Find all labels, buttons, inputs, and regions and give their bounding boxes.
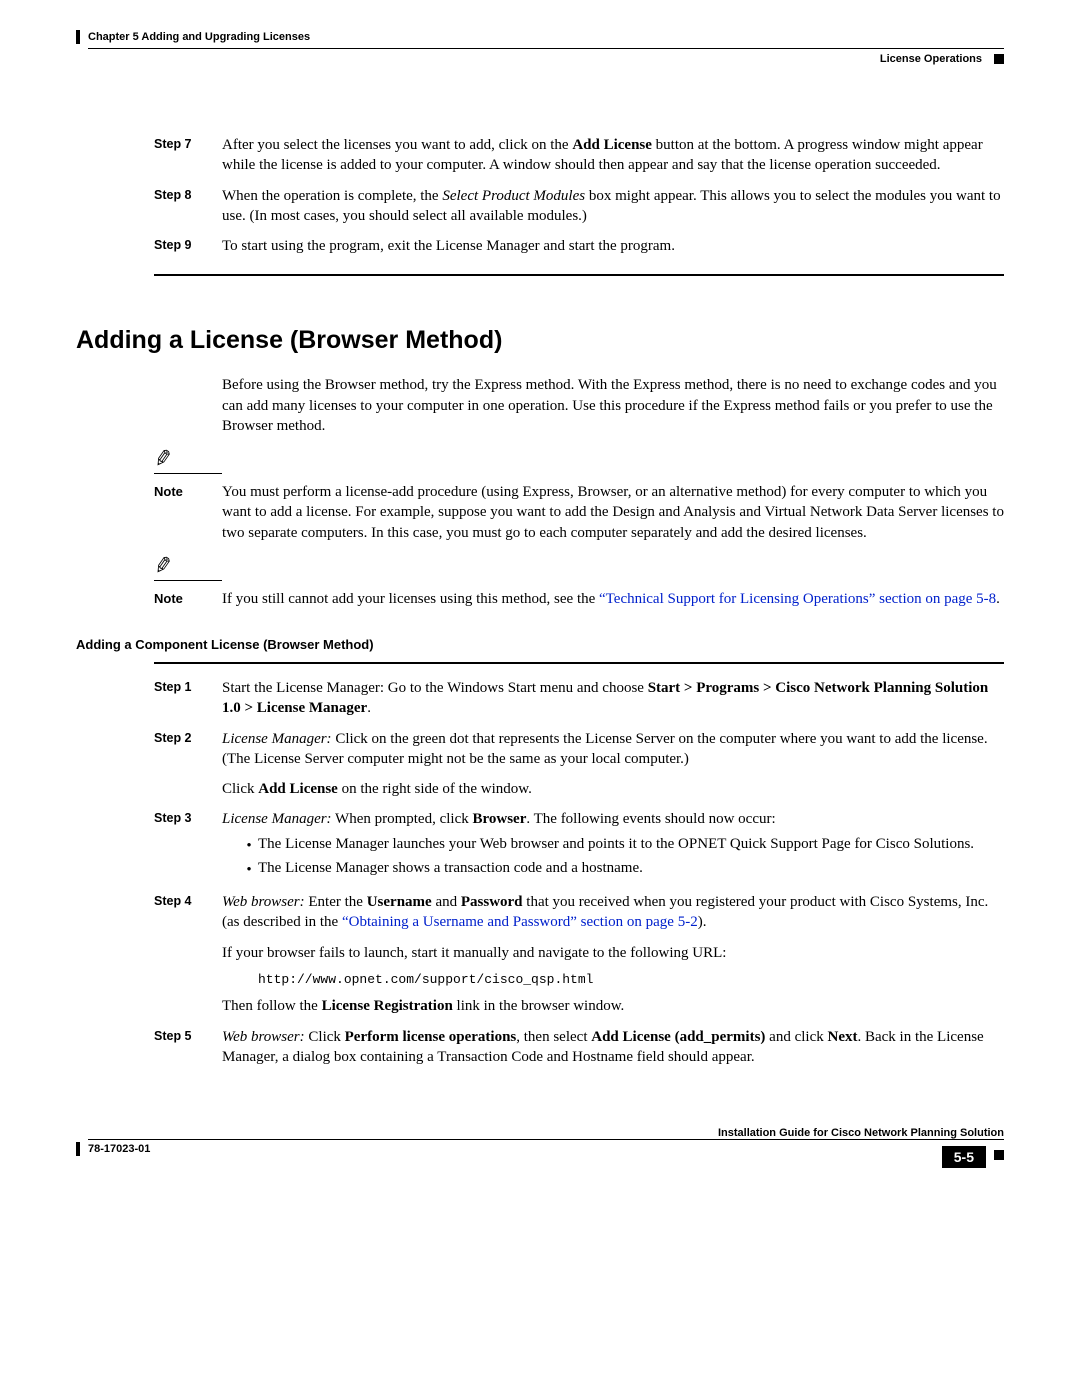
step-body: License Manager: When prompted, click Br… xyxy=(222,809,1004,882)
footer-square-icon xyxy=(994,1150,1004,1160)
note-text: If you still cannot add your licenses us… xyxy=(222,589,1004,609)
step-row: Step 3License Manager: When prompted, cl… xyxy=(76,809,1004,882)
step-label: Step 3 xyxy=(154,809,222,882)
step-body: Web browser: Click Perform license opera… xyxy=(222,1027,1004,1068)
step-label: Step 1 xyxy=(154,678,222,719)
note-text: You must perform a license-add procedure… xyxy=(222,482,1004,543)
step-body: Web browser: Enter the Username and Pass… xyxy=(222,892,1004,1017)
header-rule xyxy=(88,48,1004,49)
step-label: Step 7 xyxy=(154,135,222,176)
note-label: Note xyxy=(154,591,222,606)
page-header: Chapter 5 Adding and Upgrading Licenses … xyxy=(76,30,1004,65)
bullet-icon: • xyxy=(240,834,258,854)
step-body: License Manager: Click on the green dot … xyxy=(222,729,1004,800)
section-heading: Adding a License (Browser Method) xyxy=(76,326,1004,355)
note-1: ✎ Note You must perform a license-add pr… xyxy=(76,450,1004,543)
step-row: Step 8When the operation is complete, th… xyxy=(76,186,1004,227)
step-label: Step 4 xyxy=(154,892,222,1017)
step-label: Step 9 xyxy=(154,236,222,256)
step-row: Step 5Web browser: Click Perform license… xyxy=(76,1027,1004,1068)
procedure-divider xyxy=(154,662,1004,664)
step-row: Step 4Web browser: Enter the Username an… xyxy=(76,892,1004,1017)
intro-paragraph: Before using the Browser method, try the… xyxy=(222,375,1004,436)
step-label: Step 8 xyxy=(154,186,222,227)
footer-rule xyxy=(88,1139,1004,1140)
step-label: Step 5 xyxy=(154,1027,222,1068)
header-section: License Operations xyxy=(880,53,986,65)
content-area: Step 7After you select the licenses you … xyxy=(76,135,1004,1067)
step-body: When the operation is complete, the Sele… xyxy=(222,186,1004,227)
step-row: Step 1Start the License Manager: Go to t… xyxy=(76,678,1004,719)
section-divider xyxy=(154,274,1004,276)
footer-doc-number: 78-17023-01 xyxy=(88,1143,150,1155)
pencil-icon: ✎ xyxy=(153,555,174,576)
steps-top-list: Step 7After you select the licenses you … xyxy=(76,135,1004,256)
step-label: Step 2 xyxy=(154,729,222,800)
step-row: Step 9To start using the program, exit t… xyxy=(76,236,1004,256)
chapter-title: Chapter 5 Adding and Upgrading Licenses xyxy=(88,31,310,43)
note-label: Note xyxy=(154,484,222,499)
header-square-icon xyxy=(994,54,1004,64)
page-footer: Installation Guide for Cisco Network Pla… xyxy=(76,1127,1004,1168)
note-2: ✎ Note If you still cannot add your lice… xyxy=(76,557,1004,609)
bullet-item: •The License Manager shows a transaction… xyxy=(240,858,1004,878)
page-number: 5-5 xyxy=(942,1146,986,1168)
bullet-icon: • xyxy=(240,858,258,878)
pencil-icon: ✎ xyxy=(153,449,174,470)
step-body: Start the License Manager: Go to the Win… xyxy=(222,678,1004,719)
page: Chapter 5 Adding and Upgrading Licenses … xyxy=(0,0,1080,1198)
bullet-item: •The License Manager launches your Web b… xyxy=(240,834,1004,854)
step-row: Step 2License Manager: Click on the gree… xyxy=(76,729,1004,800)
footer-bar-icon xyxy=(76,1142,80,1156)
step-row: Step 7After you select the licenses you … xyxy=(76,135,1004,176)
header-bar-icon xyxy=(76,30,80,44)
subheading: Adding a Component License (Browser Meth… xyxy=(76,637,1004,652)
footer-doc-title: Installation Guide for Cisco Network Pla… xyxy=(76,1127,1004,1139)
steps-bottom-list: Step 1Start the License Manager: Go to t… xyxy=(76,678,1004,1067)
step-body: After you select the licenses you want t… xyxy=(222,135,1004,176)
step-body: To start using the program, exit the Lic… xyxy=(222,236,1004,256)
